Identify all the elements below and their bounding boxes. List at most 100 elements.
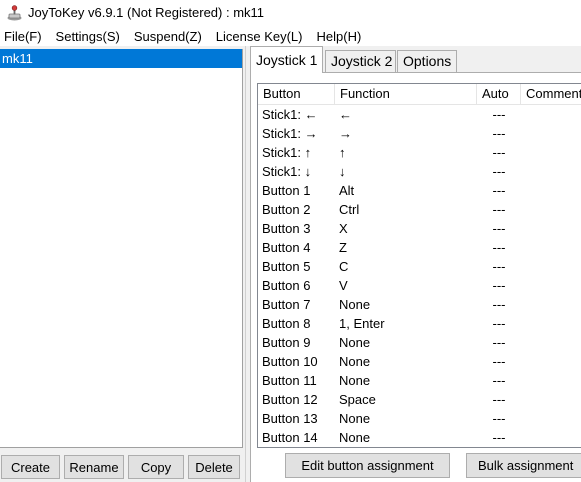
- row-auto-cell: ---: [492, 316, 506, 331]
- row-function-cell: V: [339, 278, 348, 293]
- row-auto-cell: ---: [492, 164, 506, 179]
- row-function-cell: None: [339, 335, 371, 350]
- assignment-table[interactable]: Button Function Auto Comment Stick1: ← ← -…: [257, 83, 581, 448]
- menu-suspend[interactable]: Suspend(Z): [134, 29, 209, 44]
- row-button-cell: Button 14: [262, 430, 318, 445]
- row-function-cell: C: [339, 259, 349, 274]
- joytokey-window: JoyToKey v6.9.1 (Not Registered) : mk11 …: [0, 0, 581, 482]
- table-body: Stick1: ← ← --- Stick1: → → --- Stick1: ↑ ↑ --- S…: [258, 105, 581, 447]
- tab-joystick-2[interactable]: Joystick 2: [325, 50, 396, 72]
- table-row[interactable]: Button 5 C ---: [258, 257, 581, 276]
- title-bar[interactable]: JoyToKey v6.9.1 (Not Registered) : mk11: [0, 0, 581, 26]
- table-row[interactable]: Button 13 None ---: [258, 409, 581, 428]
- row-button-cell: Stick1: →: [262, 126, 318, 141]
- table-row[interactable]: Stick1: → → ---: [258, 124, 581, 143]
- row-function-cell: →: [339, 126, 352, 141]
- column-header-auto[interactable]: Auto: [477, 84, 521, 105]
- row-button-cell: Button 12: [262, 392, 318, 407]
- row-function-cell: None: [339, 297, 371, 312]
- row-function-cell: None: [339, 411, 371, 426]
- menu-settings[interactable]: Settings(S): [56, 29, 127, 44]
- row-auto-cell: ---: [492, 126, 506, 141]
- table-row[interactable]: Button 3 X ---: [258, 219, 581, 238]
- row-function-cell: Ctrl: [339, 202, 360, 217]
- table-row[interactable]: Stick1: ↑ ↑ ---: [258, 143, 581, 162]
- copy-button[interactable]: Copy: [128, 455, 184, 479]
- row-button-cell: Button 1: [262, 183, 311, 198]
- row-function-cell: ←: [339, 107, 352, 122]
- row-function-cell: Z: [339, 240, 347, 255]
- tab-joystick-1[interactable]: Joystick 1: [250, 46, 323, 73]
- rename-button[interactable]: Rename: [64, 455, 124, 479]
- row-auto-cell: ---: [492, 145, 506, 160]
- tab-options[interactable]: Options: [397, 50, 457, 72]
- table-row[interactable]: Button 9 None ---: [258, 333, 581, 352]
- delete-button[interactable]: Delete: [188, 455, 240, 479]
- table-row[interactable]: Button 1 Alt ---: [258, 181, 581, 200]
- row-button-cell: Button 9: [262, 335, 311, 350]
- column-header-button[interactable]: Button: [258, 84, 335, 105]
- row-auto-cell: ---: [492, 202, 506, 217]
- row-button-cell: Button 11: [262, 373, 317, 388]
- row-button-cell: Stick1: ↓: [262, 164, 312, 179]
- table-row[interactable]: Stick1: ← ← ---: [258, 105, 581, 124]
- menu-license-key[interactable]: License Key(L): [216, 29, 310, 44]
- row-auto-cell: ---: [492, 183, 506, 198]
- table-row[interactable]: Button 12 Space ---: [258, 390, 581, 409]
- row-function-cell: None: [339, 430, 371, 445]
- row-button-cell: Button 2: [262, 202, 311, 217]
- row-function-cell: None: [339, 373, 371, 388]
- row-button-cell: Button 7: [262, 297, 311, 312]
- row-button-cell: Stick1: ↑: [262, 145, 312, 160]
- row-auto-cell: ---: [492, 297, 506, 312]
- row-function-cell: Alt: [339, 183, 355, 198]
- column-header-function[interactable]: Function: [335, 84, 477, 105]
- row-auto-cell: ---: [492, 411, 506, 426]
- table-row[interactable]: Stick1: ↓ ↓ ---: [258, 162, 581, 181]
- config-list[interactable]: mk11: [0, 49, 243, 448]
- row-function-cell: Space: [339, 392, 376, 407]
- pane-splitter[interactable]: [245, 46, 248, 482]
- row-function-cell: None: [339, 354, 371, 369]
- bulk-assignment-button[interactable]: Bulk assignment: [466, 453, 581, 478]
- table-header: Button Function Auto Comment: [258, 84, 581, 105]
- table-row[interactable]: Button 10 None ---: [258, 352, 581, 371]
- table-row[interactable]: Button 11 None ---: [258, 371, 581, 390]
- table-row[interactable]: Button 14 None ---: [258, 428, 581, 447]
- row-auto-cell: ---: [492, 278, 506, 293]
- row-button-cell: Button 3: [262, 221, 311, 236]
- row-auto-cell: ---: [492, 335, 506, 350]
- row-auto-cell: ---: [492, 430, 506, 445]
- table-row[interactable]: Button 2 Ctrl ---: [258, 200, 581, 219]
- row-auto-cell: ---: [492, 259, 506, 274]
- row-function-cell: 1, Enter: [339, 316, 385, 331]
- edit-button-assignment-button[interactable]: Edit button assignment: [285, 453, 450, 478]
- table-row[interactable]: Button 7 None ---: [258, 295, 581, 314]
- row-function-cell: ↓: [339, 164, 346, 179]
- row-button-cell: Stick1: ←: [262, 107, 318, 122]
- config-item-mk11[interactable]: mk11: [0, 49, 242, 68]
- create-button[interactable]: Create: [1, 455, 60, 479]
- row-button-cell: Button 13: [262, 411, 318, 426]
- row-auto-cell: ---: [492, 392, 506, 407]
- row-auto-cell: ---: [492, 373, 506, 388]
- table-row[interactable]: Button 4 Z ---: [258, 238, 581, 257]
- menu-file[interactable]: File(F): [4, 29, 49, 44]
- table-row[interactable]: Button 6 V ---: [258, 276, 581, 295]
- row-function-cell: X: [339, 221, 348, 236]
- table-row[interactable]: Button 8 1, Enter ---: [258, 314, 581, 333]
- row-function-cell: ↑: [339, 145, 346, 160]
- row-button-cell: Button 10: [262, 354, 318, 369]
- column-header-comment[interactable]: Comment: [521, 84, 581, 105]
- row-auto-cell: ---: [492, 107, 506, 122]
- joystick-app-icon: [7, 5, 22, 21]
- row-auto-cell: ---: [492, 221, 506, 236]
- row-button-cell: Button 5: [262, 259, 311, 274]
- row-auto-cell: ---: [492, 354, 506, 369]
- row-auto-cell: ---: [492, 240, 506, 255]
- menu-help[interactable]: Help(H): [317, 29, 369, 44]
- menu-bar: File(F) Settings(S) Suspend(Z) License K…: [0, 26, 581, 46]
- row-button-cell: Button 6: [262, 278, 311, 293]
- row-button-cell: Button 8: [262, 316, 311, 331]
- window-title: JoyToKey v6.9.1 (Not Registered) : mk11: [28, 5, 265, 20]
